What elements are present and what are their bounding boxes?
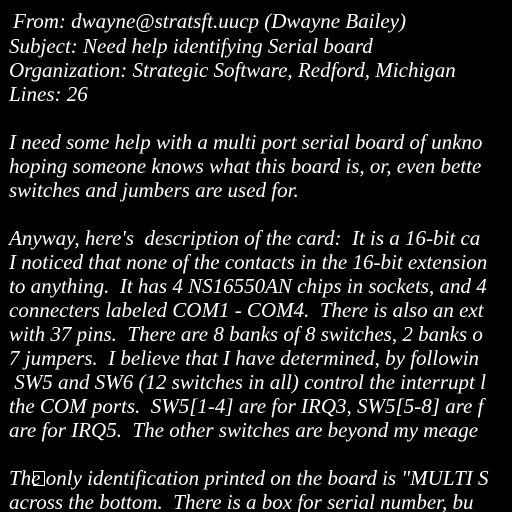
body-line: I need some help with a multi port seria…: [9, 130, 483, 154]
body-line: across the bottom. There is a box for se…: [9, 490, 474, 512]
body-line: The only identification printed on the b…: [9, 466, 489, 490]
body-line: connecters labeled COM1 - COM4. There is…: [9, 298, 484, 322]
body-line: with 37 pins. There are 8 banks of 8 swi…: [9, 322, 483, 346]
body-line: 7 jumpers. I believe that I have determi…: [9, 346, 480, 370]
body-line: are for IRQ5. The other switches are bey…: [9, 418, 479, 442]
body-line: Anyway, here's description of the card: …: [9, 226, 481, 250]
box-glyph-line: [12, 442, 45, 486]
body-line: switches and jumbers are used for.: [9, 178, 299, 202]
body-line: hoping someone knows what this board is,…: [9, 154, 482, 178]
message-screen: From: dwayne@stratsft.uucp (Dwayne Baile…: [0, 0, 512, 512]
body-line: SW5 and SW6 (12 switches in all) control…: [9, 370, 486, 394]
body-line: I noticed that none of the contacts in t…: [9, 250, 488, 274]
body-line: to anything. It has 4 NS16550AN chips in…: [9, 274, 487, 298]
header-lines: Lines: 26: [9, 82, 88, 106]
body-line: the COM ports. SW5[1-4] are for IRQ3, SW…: [9, 394, 484, 418]
header-organization: Organization: Strategic Software, Redfor…: [9, 58, 456, 82]
header-subject: Subject: Need help identifying Serial bo…: [9, 34, 373, 58]
header-from: From: dwayne@stratsft.uucp (Dwayne Baile…: [13, 9, 406, 33]
